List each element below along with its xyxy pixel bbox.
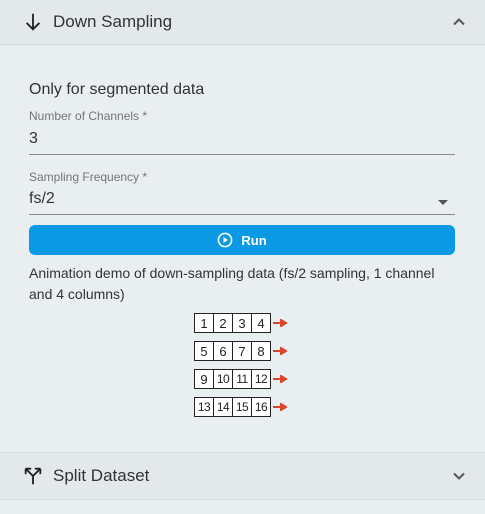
channels-underline [29, 154, 455, 155]
down-sampling-header[interactable]: Down Sampling [0, 0, 485, 45]
run-label: Run [241, 232, 267, 248]
demo-cell: 6 [213, 341, 233, 361]
demo-description: Animation demo of down-sampling data (fs… [29, 265, 435, 302]
play-circle-icon [217, 232, 233, 248]
red-arrow-icon [273, 375, 287, 383]
down-sampling-panel: Only for segmented data Number of Channe… [0, 45, 485, 452]
bottom-spacer [0, 500, 485, 514]
intro-text: Only for segmented data [29, 81, 205, 98]
demo-cell: 16 [251, 397, 271, 417]
demo-cell: 1 [194, 313, 214, 333]
red-arrow-icon [273, 319, 287, 327]
split-dataset-header[interactable]: Split Dataset [0, 452, 485, 500]
demo-cell: 10 [213, 369, 233, 389]
demo-cell: 14 [213, 397, 233, 417]
demo-cell: 3 [232, 313, 252, 333]
chevron-up-icon[interactable] [451, 14, 467, 30]
demo-cell: 8 [251, 341, 271, 361]
demo-row: 13 14 15 16 [194, 397, 287, 417]
split-dataset-title: Split Dataset [53, 466, 150, 485]
run-button[interactable]: Run [29, 225, 455, 255]
dropdown-caret-icon[interactable] [438, 200, 448, 205]
demo-cell: 11 [232, 369, 252, 389]
frequency-select[interactable]: fs/2 [29, 190, 55, 208]
demo-cell: 7 [232, 341, 252, 361]
demo-cell: 9 [194, 369, 214, 389]
demo-row: 5 6 7 8 [194, 341, 287, 361]
red-arrow-icon [273, 347, 287, 355]
red-arrow-icon [273, 403, 287, 411]
demo-cell: 4 [251, 313, 271, 333]
call-split-icon [24, 467, 42, 485]
arrow-down-icon [25, 13, 41, 31]
demo-cell: 15 [232, 397, 252, 417]
demo-row: 9 10 11 12 [194, 369, 287, 389]
down-sampling-title: Down Sampling [53, 12, 173, 31]
demo-row: 1 2 3 4 [194, 313, 287, 333]
demo-cell: 13 [194, 397, 214, 417]
channels-label: Number of Channels * [29, 109, 148, 123]
chevron-down-icon[interactable] [451, 468, 467, 484]
demo-cell: 2 [213, 313, 233, 333]
channels-input[interactable]: 3 [29, 130, 38, 148]
demo-cell: 5 [194, 341, 214, 361]
frequency-underline [29, 214, 455, 215]
demo-cell: 12 [251, 369, 271, 389]
frequency-label: Sampling Frequency * [29, 170, 148, 184]
